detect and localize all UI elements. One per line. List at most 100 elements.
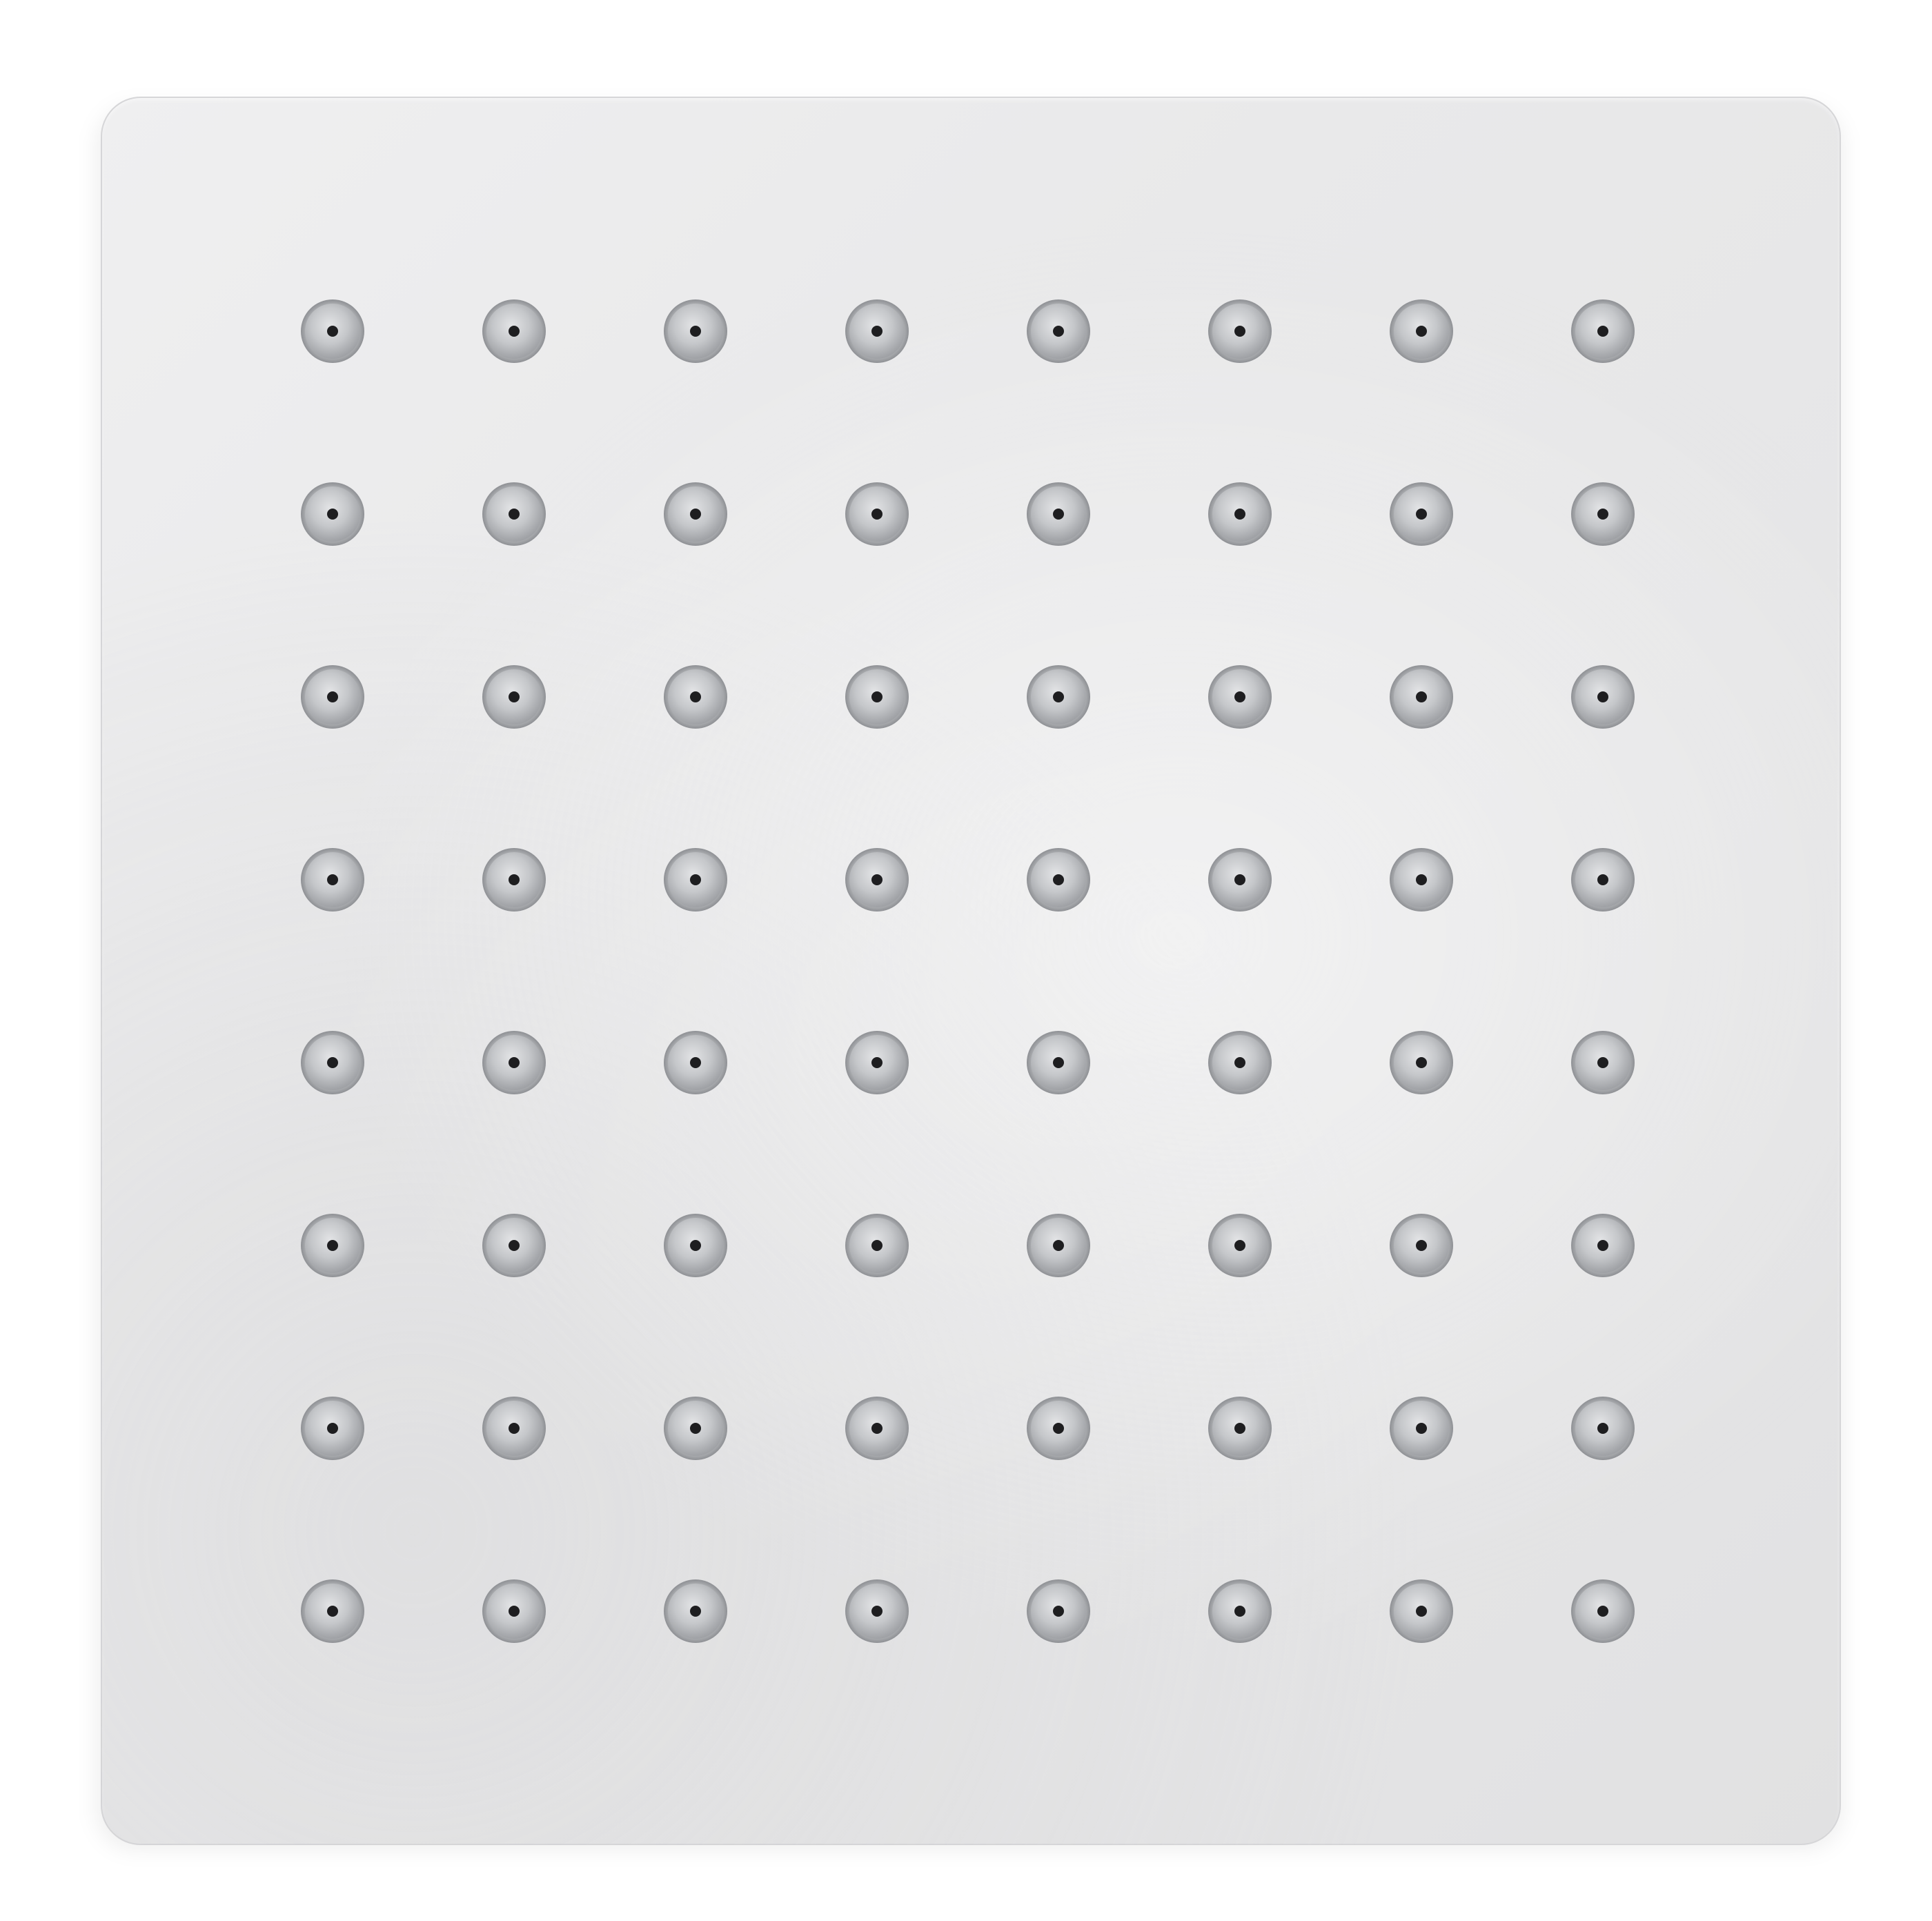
nozzle-hole	[327, 1240, 338, 1251]
nozzle	[1571, 482, 1635, 546]
nozzle-hole	[1234, 874, 1245, 885]
nozzle	[845, 1397, 909, 1460]
nozzle-hole	[1416, 1240, 1427, 1251]
nozzle	[1390, 1397, 1453, 1460]
nozzle-hole	[1053, 509, 1064, 520]
nozzle	[664, 482, 727, 546]
nozzle-hole	[1597, 874, 1608, 885]
nozzle	[845, 1214, 909, 1277]
nozzle-hole	[690, 1057, 701, 1068]
nozzle	[1208, 1397, 1272, 1460]
nozzle	[1571, 299, 1635, 363]
nozzle	[482, 1397, 546, 1460]
nozzle	[845, 1031, 909, 1094]
nozzle-hole	[871, 1057, 883, 1068]
nozzle	[1027, 1397, 1090, 1460]
nozzle-hole	[1597, 326, 1608, 337]
nozzle-hole	[327, 1606, 338, 1617]
nozzle	[1390, 482, 1453, 546]
nozzle-hole	[1053, 326, 1064, 337]
nozzle-hole	[1053, 874, 1064, 885]
nozzle	[1027, 1031, 1090, 1094]
nozzle-hole	[871, 1240, 883, 1251]
nozzle	[1571, 1214, 1635, 1277]
nozzle	[301, 1031, 364, 1094]
nozzle	[301, 1214, 364, 1277]
nozzle-hole	[1597, 1423, 1608, 1434]
nozzle	[845, 848, 909, 912]
nozzle-hole	[1416, 691, 1427, 702]
nozzle-hole	[690, 1606, 701, 1617]
nozzle-hole	[690, 509, 701, 520]
nozzle	[1208, 482, 1272, 546]
nozzle-hole	[871, 326, 883, 337]
nozzle-hole	[1416, 326, 1427, 337]
nozzle-hole	[509, 326, 520, 337]
nozzle	[482, 299, 546, 363]
product-photo	[0, 0, 1932, 1921]
nozzle	[1571, 665, 1635, 729]
nozzle	[1027, 1214, 1090, 1277]
nozzle	[1027, 482, 1090, 546]
nozzle-hole	[1597, 1606, 1608, 1617]
nozzle-hole	[690, 691, 701, 702]
nozzle-hole	[509, 1240, 520, 1251]
nozzle-hole	[1234, 691, 1245, 702]
nozzle-hole	[1053, 1057, 1064, 1068]
nozzle-hole	[509, 509, 520, 520]
nozzle	[1027, 1579, 1090, 1643]
nozzle	[1390, 299, 1453, 363]
nozzle-hole	[509, 1057, 520, 1068]
nozzle-hole	[871, 509, 883, 520]
nozzle-hole	[1053, 691, 1064, 702]
nozzle	[1027, 848, 1090, 912]
nozzle-hole	[1416, 1423, 1427, 1434]
nozzle	[482, 1579, 546, 1643]
nozzle	[1571, 1579, 1635, 1643]
nozzle	[1571, 1397, 1635, 1460]
nozzle	[845, 482, 909, 546]
nozzle-hole	[1597, 1057, 1608, 1068]
nozzle	[845, 299, 909, 363]
nozzle	[482, 1031, 546, 1094]
nozzle	[1571, 1031, 1635, 1094]
nozzle-hole	[871, 1423, 883, 1434]
nozzle	[301, 299, 364, 363]
nozzle	[1390, 665, 1453, 729]
nozzle-hole	[871, 874, 883, 885]
nozzle-hole	[509, 874, 520, 885]
nozzle	[1208, 1031, 1272, 1094]
nozzle	[482, 1214, 546, 1277]
nozzle-hole	[327, 1423, 338, 1434]
nozzle	[664, 1579, 727, 1643]
nozzle-hole	[327, 874, 338, 885]
nozzle-hole	[690, 1240, 701, 1251]
nozzle	[664, 1031, 727, 1094]
nozzle-hole	[1416, 874, 1427, 885]
nozzle-hole	[1597, 691, 1608, 702]
nozzle	[1390, 1579, 1453, 1643]
nozzle-hole	[1234, 1057, 1245, 1068]
nozzle	[1571, 848, 1635, 912]
nozzle-hole	[871, 1606, 883, 1617]
nozzle-hole	[690, 1423, 701, 1434]
nozzle	[1208, 1214, 1272, 1277]
nozzle	[301, 482, 364, 546]
nozzle	[1208, 1579, 1272, 1643]
nozzle	[1208, 665, 1272, 729]
nozzle	[1027, 299, 1090, 363]
nozzle-hole	[690, 326, 701, 337]
nozzle	[301, 665, 364, 729]
nozzle	[1208, 848, 1272, 912]
nozzle	[664, 848, 727, 912]
nozzle-hole	[327, 1057, 338, 1068]
nozzle-hole	[1234, 1240, 1245, 1251]
nozzle	[482, 482, 546, 546]
nozzle-hole	[1416, 1057, 1427, 1068]
nozzle	[301, 1579, 364, 1643]
nozzle-hole	[1597, 1240, 1608, 1251]
nozzle-hole	[871, 691, 883, 702]
nozzle	[664, 665, 727, 729]
nozzle-hole	[1416, 509, 1427, 520]
nozzle	[1390, 1031, 1453, 1094]
